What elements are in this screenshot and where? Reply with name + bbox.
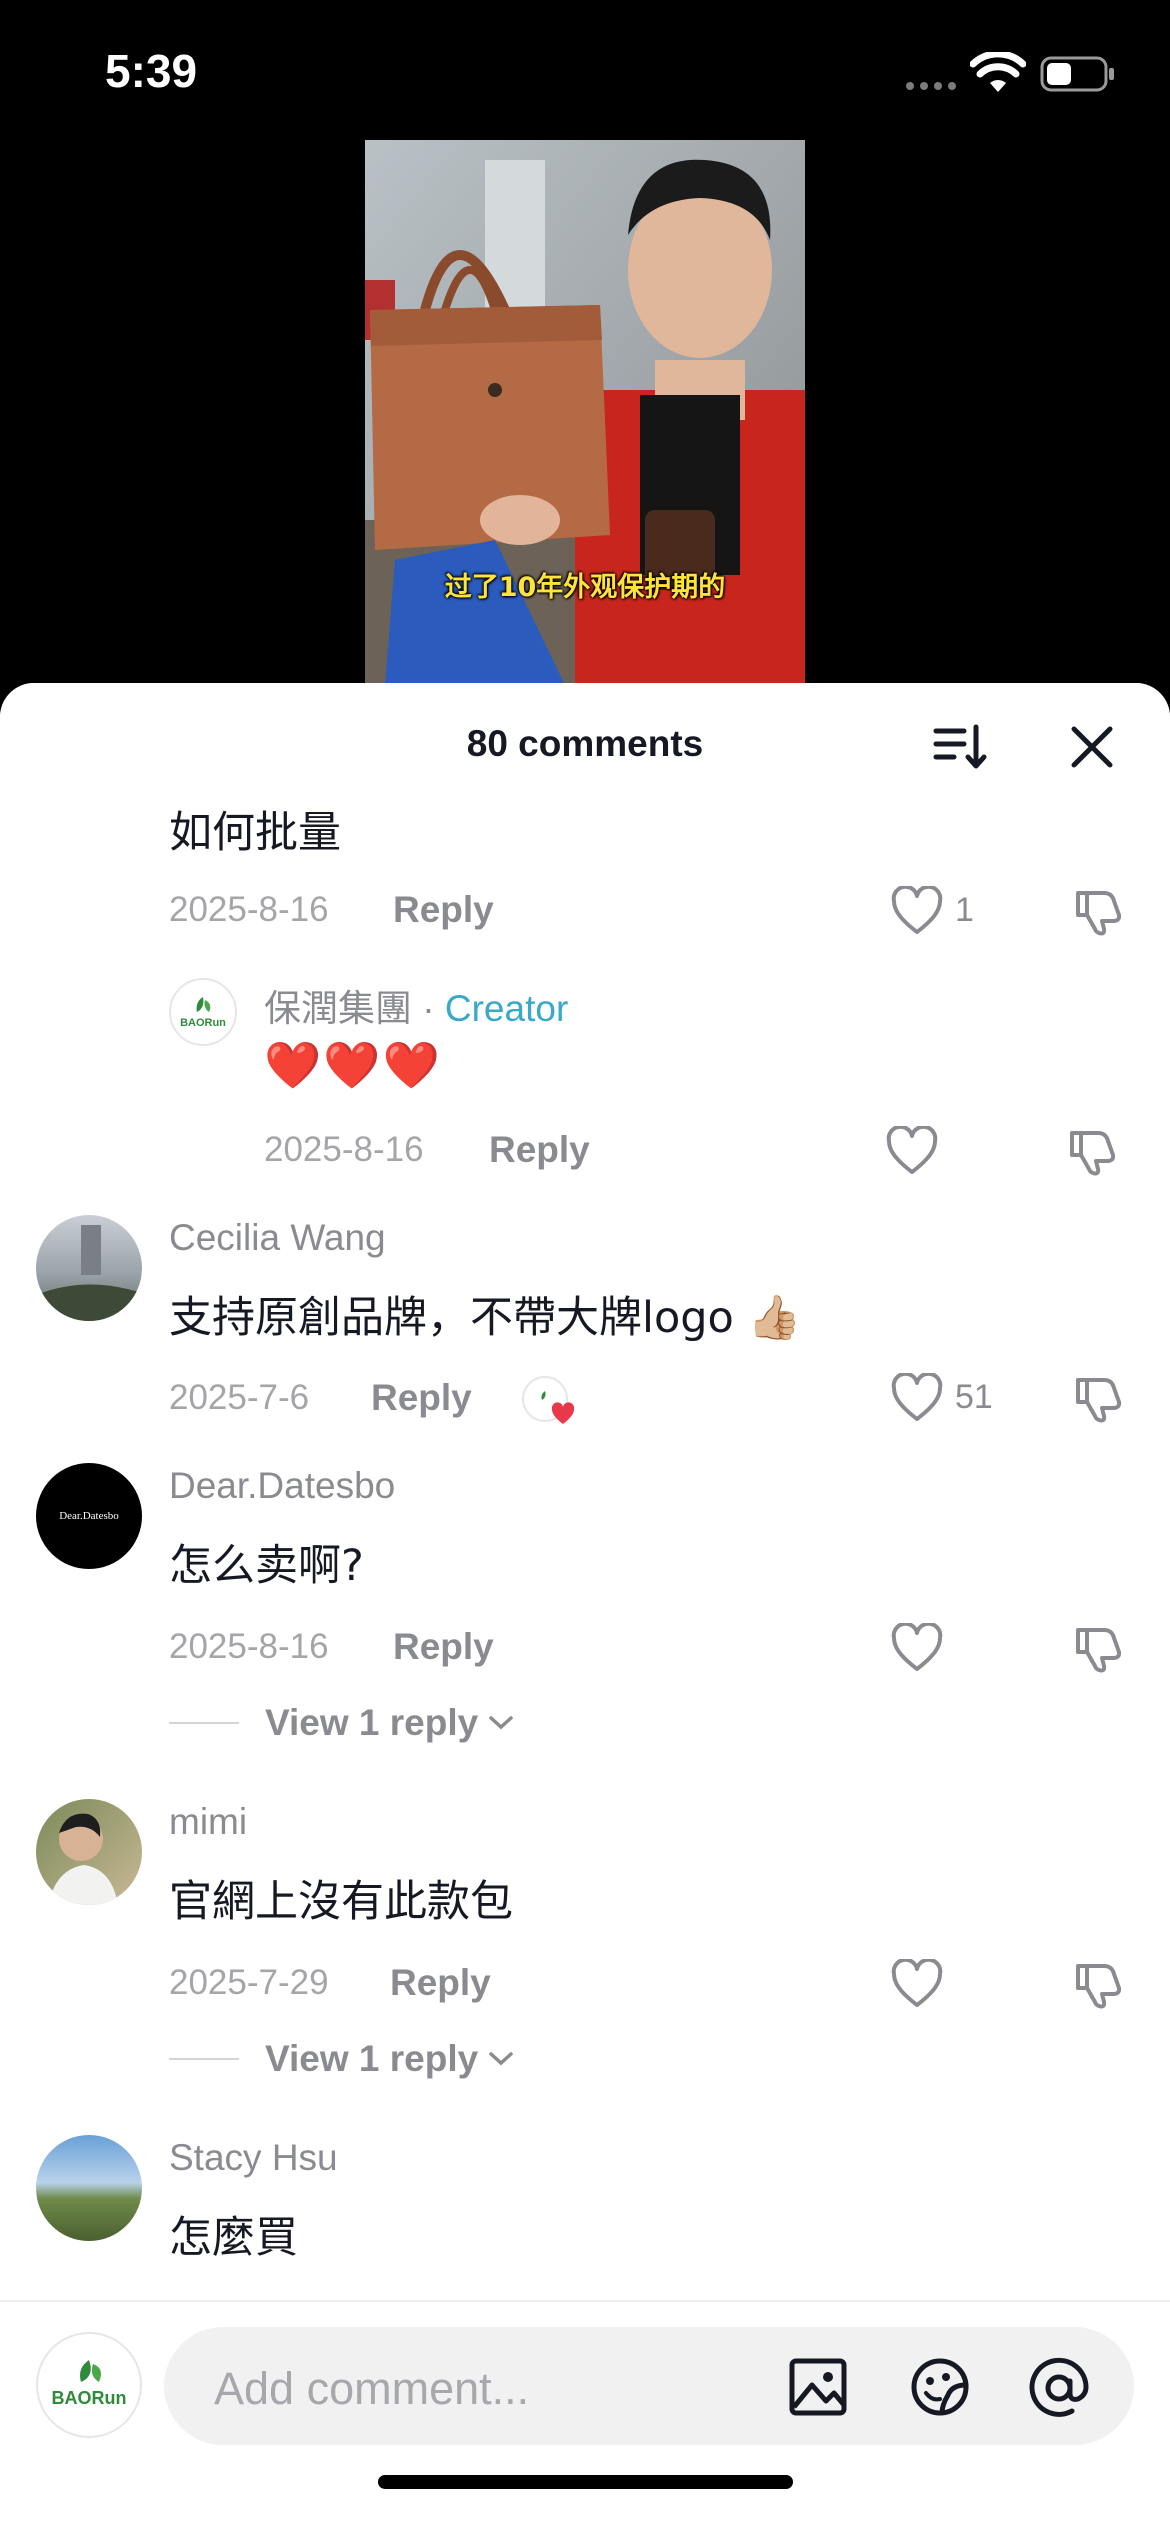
dislike-icon[interactable]: [1072, 885, 1124, 937]
comment-date: 2025-8-16: [169, 890, 329, 929]
logo-text: BAORun: [52, 2388, 127, 2408]
reply-button[interactable]: Reply: [371, 1377, 472, 1419]
dislike-icon[interactable]: [1072, 1372, 1124, 1424]
logo-text: BAORun: [180, 1017, 226, 1029]
dislike-icon[interactable]: [1072, 1622, 1124, 1674]
comment-date: 2025-8-16: [169, 1627, 329, 1666]
close-icon[interactable]: [1064, 719, 1120, 775]
divider-line: [169, 2058, 239, 2060]
reply-button[interactable]: Reply: [390, 1962, 491, 2004]
divider-line: [169, 1722, 239, 1724]
video-player[interactable]: 过了10年外观保护期的: [0, 140, 1170, 700]
separator: ·: [412, 988, 445, 1029]
view-replies-button[interactable]: View 1 reply: [169, 1702, 514, 1744]
chevron-down-icon: [489, 1716, 513, 1730]
reply-user-name[interactable]: 保潤集團 · Creator: [264, 978, 568, 1032]
emoji-sticker-icon[interactable]: [908, 2355, 972, 2419]
reply-button[interactable]: Reply: [393, 1626, 494, 1668]
avatar-photo: [48, 1813, 118, 1905]
heart-badge-icon: [551, 1402, 575, 1424]
chevron-down-icon: [489, 2052, 513, 2066]
sort-icon[interactable]: [930, 717, 990, 777]
view-replies-label[interactable]: View 1 reply: [265, 2038, 478, 2080]
comment-text: 怎么卖啊?: [169, 1541, 364, 1591]
view-replies-button[interactable]: View 1 reply: [169, 2038, 514, 2080]
comment-date: 2025-7-29: [169, 1963, 329, 2002]
baorun-logo: BAORun: [180, 997, 226, 1029]
image-icon[interactable]: [786, 2355, 850, 2419]
like-heart-icon[interactable]: [885, 1126, 939, 1176]
avatar[interactable]: [36, 2135, 142, 2241]
home-indicator[interactable]: [378, 2475, 793, 2489]
add-comment-input[interactable]: Add comment...: [164, 2327, 1134, 2445]
reply-username[interactable]: 保潤集團: [264, 988, 412, 1029]
status-bar: 5:39: [0, 0, 1170, 140]
creator-tag: Creator: [444, 988, 569, 1029]
avatar[interactable]: [36, 1799, 142, 1905]
user-name[interactable]: Cecilia Wang: [169, 1217, 386, 1259]
like-count: 51: [955, 1378, 993, 1416]
comments-sheet: 如何批量 2025-8-16 Reply 1 BAORun 保潤集團 · Cre…: [0, 683, 1170, 2532]
reply-button[interactable]: Reply: [393, 889, 494, 931]
creator-avatar[interactable]: BAORun: [169, 978, 237, 1046]
reply-button[interactable]: Reply: [489, 1129, 590, 1171]
user-name[interactable]: Stacy Hsu: [169, 2137, 338, 2179]
reply-text: ❤️❤️❤️: [264, 1038, 442, 1092]
wifi-icon: [970, 52, 1026, 92]
sheet-header: 80 comments: [0, 683, 1170, 803]
dislike-icon[interactable]: [1072, 1958, 1124, 2010]
my-avatar[interactable]: BAORun: [36, 2332, 142, 2438]
view-replies-label[interactable]: View 1 reply: [265, 1702, 478, 1744]
comment-date: 2025-7-6: [169, 1378, 310, 1417]
baorun-logo: BAORun: [52, 2360, 127, 2408]
video-frame[interactable]: 过了10年外观保护期的: [365, 140, 805, 685]
mention-icon[interactable]: [1024, 2353, 1094, 2423]
comment-list[interactable]: 如何批量 2025-8-16 Reply 1 BAORun 保潤集團 · Cre…: [0, 683, 1170, 2300]
comment-text: 支持原創品牌，不帶大牌logo 👍🏼: [169, 1293, 802, 1343]
avatar[interactable]: Dear.Datesbo: [36, 1463, 142, 1569]
avatar-photo: [36, 1225, 142, 1321]
user-name[interactable]: Dear.Datesbo: [169, 1465, 395, 1507]
comment-text: 如何批量: [169, 808, 341, 858]
comments-count-title: 80 comments: [466, 723, 704, 764]
dislike-icon[interactable]: [1066, 1125, 1118, 1177]
avatar[interactable]: [36, 1215, 142, 1321]
like-count: 1: [955, 891, 974, 929]
add-comment-placeholder: Add comment...: [214, 2363, 530, 2414]
like-heart-icon[interactable]: [890, 1959, 944, 2009]
like-heart-icon[interactable]: [890, 886, 944, 936]
comment-text: 怎麼買: [169, 2213, 298, 2263]
battery-icon: [1040, 56, 1114, 92]
reply-date: 2025-8-16: [264, 1130, 424, 1169]
user-name[interactable]: mimi: [169, 1801, 247, 1843]
cellular-signal-icon: [906, 82, 956, 90]
comment-composer: BAORun Add comment...: [0, 2300, 1170, 2532]
creator-liked-badge: [522, 1376, 575, 1426]
video-caption: 过了10年外观保护期的: [444, 572, 726, 603]
avatar-text: Dear.Datesbo: [59, 1510, 119, 1522]
like-heart-icon[interactable]: [890, 1373, 944, 1423]
status-time: 5:39: [105, 45, 198, 97]
comment-text: 官網上沒有此款包: [169, 1877, 513, 1927]
like-heart-icon[interactable]: [890, 1623, 944, 1673]
